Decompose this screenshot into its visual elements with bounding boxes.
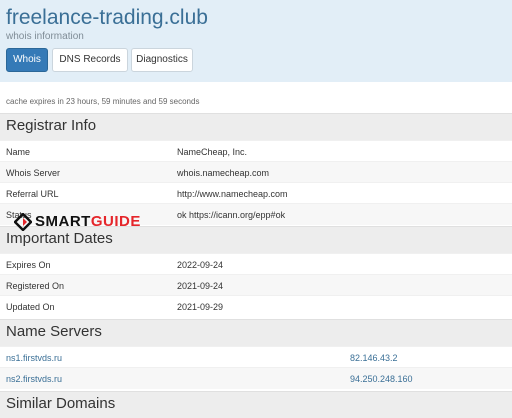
table-row: Expires On 2022-09-24 bbox=[0, 253, 512, 275]
watermark-text-smart: SMART bbox=[35, 213, 91, 230]
watermark-text-guide: GUIDE bbox=[90, 213, 141, 230]
domain-title: freelance-trading.club bbox=[6, 6, 208, 29]
table-row: ns2.firstvds.ru 94.250.248.160 bbox=[0, 367, 512, 389]
row-label: Referral URL bbox=[6, 189, 59, 199]
name-server-ip-link[interactable]: 94.250.248.160 bbox=[350, 374, 413, 384]
table-row: Registered On 2021-09-24 bbox=[0, 274, 512, 296]
name-server-link[interactable]: ns2.firstvds.ru bbox=[6, 374, 62, 384]
name-server-link[interactable]: ns1.firstvds.ru bbox=[6, 353, 62, 363]
section-similar-domains: Similar Domains bbox=[0, 391, 512, 418]
smartguide-watermark: SMARTGUIDE bbox=[14, 211, 141, 233]
cache-note: cache expires in 23 hours, 59 minutes an… bbox=[6, 97, 200, 106]
section-title: Similar Domains bbox=[6, 395, 116, 412]
table-row: Whois Server whois.namecheap.com bbox=[0, 161, 512, 183]
tab-dns-records[interactable]: DNS Records bbox=[52, 48, 128, 72]
table-row: Referral URL http://www.namecheap.com bbox=[0, 182, 512, 204]
tab-whois[interactable]: Whois bbox=[6, 48, 48, 72]
row-value: NameCheap, Inc. bbox=[177, 147, 248, 157]
table-row: Updated On 2021-09-29 bbox=[0, 295, 512, 317]
section-name-servers: Name Servers bbox=[0, 319, 512, 346]
row-value: ok https://icann.org/epp#ok bbox=[177, 210, 286, 220]
row-value: whois.namecheap.com bbox=[177, 168, 270, 178]
tab-diagnostics[interactable]: Diagnostics bbox=[131, 48, 193, 72]
name-server-ip-link[interactable]: 82.146.43.2 bbox=[350, 353, 398, 363]
table-row: Name NameCheap, Inc. bbox=[0, 140, 512, 162]
section-title: Name Servers bbox=[6, 323, 102, 340]
row-value: 2021-09-29 bbox=[177, 302, 224, 312]
row-value: http://www.namecheap.com bbox=[177, 189, 288, 199]
row-label: Whois Server bbox=[6, 168, 61, 178]
row-label: Updated On bbox=[6, 302, 55, 312]
row-label: Registered On bbox=[6, 281, 65, 291]
page-subtitle: whois information bbox=[6, 31, 84, 42]
row-label: Expires On bbox=[6, 260, 51, 270]
section-title: Registrar Info bbox=[6, 117, 97, 134]
row-value: 2022-09-24 bbox=[177, 260, 224, 270]
page-header: freelance-trading.club whois information… bbox=[0, 0, 512, 82]
diamond-logo-icon bbox=[14, 213, 32, 232]
table-row: ns1.firstvds.ru 82.146.43.2 bbox=[0, 346, 512, 368]
section-registrar-info: Registrar Info bbox=[0, 113, 512, 140]
row-value: 2021-09-24 bbox=[177, 281, 224, 291]
row-label: Name bbox=[6, 147, 31, 157]
